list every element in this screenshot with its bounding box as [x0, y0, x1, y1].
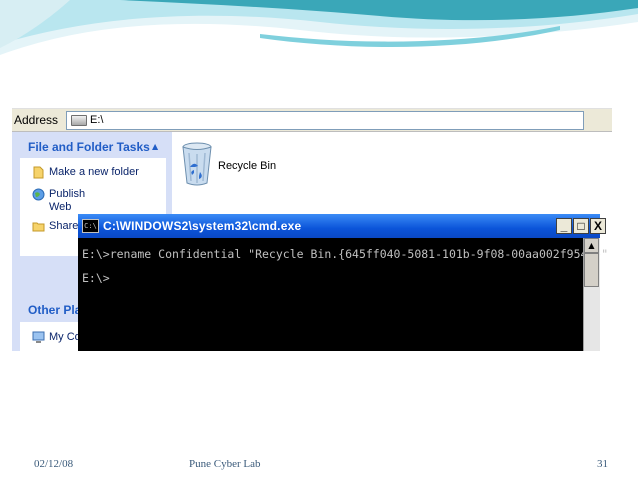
footer-date: 02/12/08: [34, 458, 74, 470]
maximize-button[interactable]: □: [573, 218, 589, 234]
address-input[interactable]: E:\: [66, 110, 585, 130]
drive-icon: [71, 114, 88, 126]
globe-icon: [32, 188, 45, 201]
task-label-line2: Web: [49, 201, 72, 213]
cmd-titlebar[interactable]: C:\ C:\WINDOWS2\system32\cmd.exe: [78, 214, 600, 238]
recycle-bin-icon: [182, 142, 212, 186]
scroll-thumb[interactable]: [584, 253, 599, 287]
address-bar: Address E:\: [12, 109, 612, 132]
scroll-up-arrow-icon[interactable]: ▲: [584, 238, 599, 253]
recycle-bin-label[interactable]: Recycle Bin: [218, 160, 276, 172]
slide-number: 31: [597, 458, 608, 470]
cmd-scrollbar[interactable]: ▲: [583, 238, 600, 351]
console-line: E:\>rename Confidential "Recycle Bin.{64…: [82, 247, 609, 261]
recycle-bin-item[interactable]: [180, 141, 214, 191]
cmd-console-output[interactable]: E:\>rename Confidential "Recycle Bin.{64…: [82, 238, 608, 351]
close-button[interactable]: X: [590, 218, 606, 234]
task-label: Make a new folder: [49, 166, 139, 178]
file-folder-tasks-title[interactable]: File and Folder Tasks: [28, 140, 150, 154]
new-folder-icon: [33, 166, 44, 179]
address-label: Address: [14, 113, 59, 127]
share-folder-icon: [32, 222, 45, 232]
task-label: Publish: [49, 188, 86, 200]
cmd-window-title: C:\WINDOWS2\system32\cmd.exe: [103, 219, 302, 233]
minimize-button[interactable]: _: [556, 218, 572, 234]
collapse-chevron-icon[interactable]: ▲: [152, 142, 158, 151]
cmd-window-icon[interactable]: C:\: [82, 219, 99, 233]
address-value: E:\: [90, 114, 104, 126]
computer-icon: [32, 331, 45, 343]
screenshot: Address E:\ File and Folder Tasks ▲ Make…: [12, 108, 612, 351]
cmd-window[interactable]: C:\ C:\WINDOWS2\system32\cmd.exe _ □ X E…: [78, 214, 608, 351]
footer-title: Pune Cyber Lab: [189, 458, 261, 470]
console-line: E:\>: [82, 271, 110, 285]
slide-header-decoration: [0, 0, 638, 80]
